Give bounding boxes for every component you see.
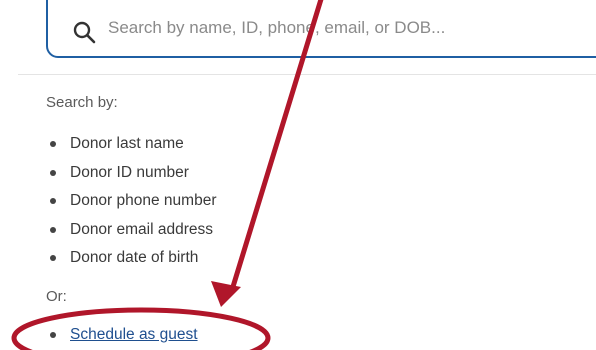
bullet-icon bbox=[50, 332, 56, 338]
schedule-as-guest-link[interactable]: Schedule as guest bbox=[70, 326, 198, 344]
search-input[interactable] bbox=[108, 12, 548, 44]
bullet-icon bbox=[50, 226, 56, 233]
list-item: Donor date of birth bbox=[50, 244, 217, 272]
search-criteria-list: Donor last name Donor ID number Donor ph… bbox=[50, 130, 217, 273]
bullet-icon bbox=[50, 198, 56, 204]
or-heading: Or: bbox=[46, 288, 67, 305]
divider bbox=[18, 74, 596, 75]
criteria-label: Donor ID number bbox=[70, 163, 189, 181]
list-item: Donor email address bbox=[50, 216, 217, 244]
search-icon bbox=[73, 21, 96, 44]
guest-list-item: Schedule as guest bbox=[50, 321, 198, 349]
search-by-heading: Search by: bbox=[46, 94, 118, 111]
annotation-arrow-head bbox=[211, 281, 241, 307]
criteria-label: Donor last name bbox=[70, 135, 184, 152]
bullet-icon bbox=[50, 141, 56, 147]
search-bar[interactable] bbox=[46, 0, 596, 58]
criteria-label: Donor date of birth bbox=[70, 249, 199, 266]
bullet-icon bbox=[50, 169, 56, 176]
criteria-label: Donor email address bbox=[70, 220, 214, 238]
list-item: Donor phone number bbox=[50, 187, 217, 215]
list-item: Donor ID number bbox=[50, 159, 217, 187]
list-item: Donor last name bbox=[50, 130, 217, 158]
criteria-label: Donor phone number bbox=[70, 192, 217, 209]
bullet-icon bbox=[50, 255, 56, 261]
